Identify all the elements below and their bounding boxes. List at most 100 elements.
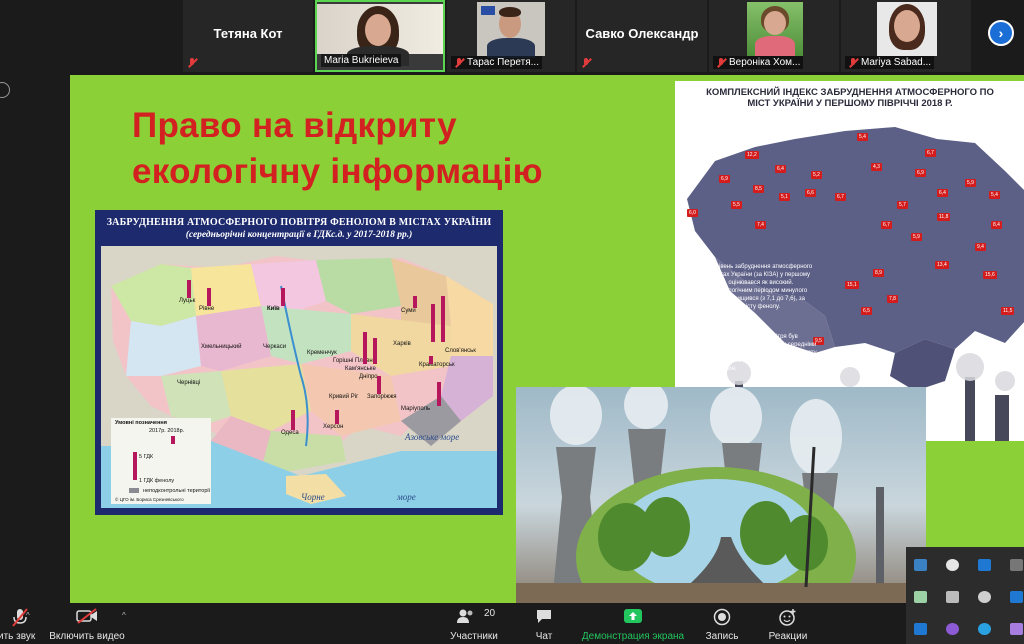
audio-options-caret[interactable]: ^ (26, 611, 30, 620)
map1-city-label: Краматорськ (419, 362, 455, 368)
participant-caption: Тарас Перетя... (451, 56, 542, 69)
kiza-badge: 6,4 (775, 165, 786, 173)
participants-count: 20 (484, 608, 496, 619)
map1-legend: Умовні позначення 2017р. 2018р. 5 ГДК 1 … (111, 418, 211, 504)
participant-name: Тарас Перетя... (467, 57, 539, 68)
kiza-badge: 5,4 (857, 133, 868, 141)
share-screen-button[interactable]: Демонстрация экрана (580, 603, 686, 644)
map1-city-label: Чернівці (177, 380, 201, 386)
next-page-button[interactable]: › (988, 20, 1014, 46)
reactions-button[interactable]: Реакции (764, 603, 812, 644)
map1-city-label: Кам'янське (345, 366, 376, 372)
chat-icon (537, 610, 551, 623)
participant-caption: Maria Bukrieieva (321, 54, 402, 67)
participant-name: Maria Bukrieieva (324, 55, 399, 66)
map1-city-label: Запоріжжя (367, 394, 397, 400)
kiza-badge: 5,5 (731, 201, 742, 209)
kiza-badge: 6,4 (937, 189, 948, 197)
map1-city-label: Хмельницький (201, 344, 242, 350)
cooling-towers-illustration (516, 387, 926, 603)
unmute-label: ить звук (0, 631, 36, 642)
kiza-badge: 6,6 (805, 189, 816, 197)
unmute-button[interactable]: ить звук (0, 603, 40, 644)
audio-wave-icon[interactable] (978, 559, 991, 571)
kiza-badge: 13,4 (935, 261, 949, 269)
mic-muted-icon (454, 57, 464, 68)
app-tray-icon[interactable] (1010, 559, 1023, 571)
kiza-badge: 4,3 (871, 163, 882, 171)
kiza-badge: 5,4 (989, 191, 1000, 199)
map1-legend-title: Умовні позначення (115, 420, 167, 426)
phenol-bar (377, 376, 381, 394)
network-icon[interactable] (914, 559, 927, 571)
video-options-caret[interactable]: ^ (122, 611, 126, 620)
map1-city-label: Горішні Плавні (333, 358, 374, 364)
record-button[interactable]: Запись (700, 603, 744, 644)
participant-tile[interactable]: Тарас Перетя... (447, 0, 575, 72)
participant-video (877, 2, 937, 56)
map1-legend-5gdk: 5 ГДК (139, 454, 154, 460)
speaker-view-icon[interactable] (0, 82, 10, 98)
kiza-badge: 11,8 (937, 213, 951, 221)
record-icon (713, 608, 731, 626)
kiza-badge: 7,8 (887, 295, 898, 303)
participant-name: Mariya Sabad... (861, 57, 932, 68)
participant-caption: Mariya Sabad... (845, 56, 935, 69)
map1-city-label: Слов'янськ (445, 348, 476, 354)
map1-sea-label: море (397, 492, 416, 502)
shield-icon[interactable] (946, 559, 959, 571)
participant-tile-active-speaker[interactable]: Maria Bukrieieva (315, 0, 445, 72)
participant-video (477, 2, 545, 58)
kiza-badge: 5,2 (811, 171, 822, 179)
kiza-badge: 6,9 (719, 175, 730, 183)
power-plant-photo (516, 387, 926, 603)
kiza-badge: 6,9 (915, 169, 926, 177)
viber-icon[interactable] (946, 623, 959, 635)
map1-canvas: Луцьк Рівне Київ Суми Харків Хмельницьки… (101, 246, 497, 508)
map1-subtitle: (середньорічні концентрації в ГДКс.д. у … (185, 230, 413, 240)
map1-title: ЗАБРУДНЕННЯ АТМОСФЕРНОГО ПОВІТРЯ ФЕНОЛОМ… (106, 217, 492, 228)
meeting-toolbar: ить звук ^ Включить видео ^ 20 Участники… (0, 603, 1024, 644)
skype-icon[interactable] (978, 591, 991, 603)
participant-name: Тетяна Кот (213, 26, 283, 41)
mic-muted-icon (848, 57, 858, 68)
map1-legend-nc: неподконтрольні території (143, 488, 211, 494)
map1-city-label: Луцьк (179, 298, 196, 304)
participant-tile[interactable]: Тетяна Кот (183, 0, 313, 72)
feather-icon[interactable] (1010, 623, 1023, 635)
participant-name: Савко Олександр (585, 26, 699, 41)
chat-button[interactable]: Чат (524, 603, 564, 644)
bluetooth-icon[interactable] (1010, 591, 1023, 603)
participants-button[interactable]: 20 Участники (446, 603, 502, 644)
legend-swatch (129, 488, 139, 493)
phenol-bar (187, 280, 191, 298)
phenol-bar (335, 410, 339, 424)
participant-video (747, 2, 803, 56)
usb-icon[interactable] (914, 591, 927, 603)
start-video-button[interactable]: Включить видео (48, 603, 126, 644)
slide-title: Право на відкриту екологічну інформацію (132, 103, 543, 195)
phenol-bar (363, 332, 367, 364)
kiza-badge: 8,5 (753, 185, 764, 193)
phenol-bar (207, 288, 211, 306)
kiza-badge: 15,1 (845, 281, 859, 289)
kiza-badge: 9,4 (975, 243, 986, 251)
map1-city-label: Київ (267, 306, 280, 312)
participant-tile[interactable]: Mariya Sabad... (841, 0, 971, 72)
map1-city-label: Харків (393, 341, 411, 347)
phenol-bar (441, 296, 445, 342)
share-screen-label: Демонстрация экрана (581, 631, 685, 642)
participant-tile[interactable]: Вероніка Хом... (709, 0, 839, 72)
zoom-icon[interactable] (914, 623, 927, 635)
share-screen-icon (624, 609, 642, 623)
participant-tile[interactable]: Савко Олександр (577, 0, 707, 72)
start-video-label: Включить видео (49, 631, 125, 642)
cloud-off-icon[interactable] (946, 591, 959, 603)
participants-icon (457, 609, 473, 623)
map1-legend-years: 2017р. 2018р. (149, 428, 185, 434)
mic-muted-icon (187, 58, 197, 68)
telegram-icon[interactable] (978, 623, 991, 635)
phenol-bar (281, 288, 285, 306)
map1-city-label: Кривий Ріг (329, 394, 359, 400)
map1-city-label: Дніпро (359, 374, 378, 380)
